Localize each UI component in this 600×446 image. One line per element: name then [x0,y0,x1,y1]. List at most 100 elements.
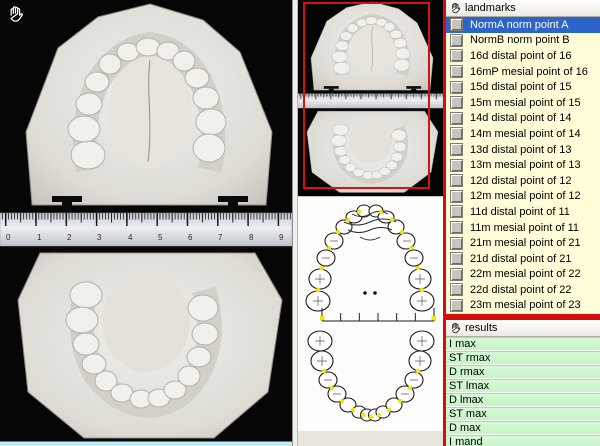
landmark-checkbox[interactable] [450,18,463,31]
ruler-number: 6 [188,233,192,242]
middle-column [298,0,443,446]
ruler-number: 0 [6,233,10,242]
ruler-scale: 0123456789 [0,233,292,244]
landmark-item[interactable]: 23m mesial point of 23 [446,298,600,314]
landmark-label: 22m mesial point of 22 [470,268,581,280]
landmark-label: 16d distal point of 16 [470,50,572,62]
landmark-checkbox[interactable] [450,127,463,140]
result-row[interactable]: ST lmax [446,379,600,393]
result-label: ST lmax [449,380,489,392]
ruler-number: 7 [218,233,222,242]
landmark-item[interactable]: NormA norm point A [446,17,600,33]
landmark-checkbox[interactable] [450,143,463,156]
landmark-item[interactable]: 14m mesial point of 14 [446,126,600,142]
landmark-checkbox[interactable] [450,299,463,312]
landmark-label: 12d distal point of 12 [470,175,572,187]
landmark-checkbox[interactable] [450,65,463,78]
landmarks-header: landmarks [446,0,600,17]
landmark-checkbox[interactable] [450,174,463,187]
ruler-number: 2 [67,233,71,242]
landmark-item[interactable]: 13m mesial point of 13 [446,157,600,173]
occlusal-chart[interactable] [298,196,443,430]
landmark-item[interactable]: 21d distal point of 21 [446,251,600,267]
landmark-checkbox[interactable] [450,96,463,109]
results-header: results [446,320,600,337]
landmark-label: 14d distal point of 14 [470,112,572,124]
results-panel: results I max ST rmax D rmax [446,317,600,446]
landmark-label: 23m mesial point of 23 [470,299,581,311]
viewport-rectangle[interactable] [303,2,430,189]
hand-icon [449,2,461,14]
landmark-item[interactable]: 15d distal point of 15 [446,79,600,95]
landmark-item[interactable]: 14d distal point of 14 [446,111,600,127]
landmark-label: 15d distal point of 15 [470,81,572,93]
landmark-label: NormA norm point A [470,19,568,31]
landmark-item[interactable]: 11d distal point of 11 [446,204,600,220]
result-row[interactable]: D max [446,421,600,435]
landmark-label: 13m mesial point of 13 [470,159,581,171]
landmark-checkbox[interactable] [450,159,463,172]
landmark-item[interactable]: 22d distal point of 22 [446,282,600,298]
landmark-checkbox[interactable] [450,237,463,250]
landmark-item[interactable]: 11m mesial point of 11 [446,220,600,236]
landmark-checkbox[interactable] [450,190,463,203]
landmark-label: 21d distal point of 21 [470,253,572,265]
cast-photo [0,0,292,446]
result-row[interactable]: D rmax [446,365,600,379]
landmark-checkbox[interactable] [450,252,463,265]
result-row[interactable]: ST rmax [446,351,600,365]
ruler-number: 5 [158,233,162,242]
landmark-label: 16mP mesial point of 16 [470,66,588,78]
landmarks-list: NormA norm point A NormB norm point B 16… [446,17,600,313]
landmark-item[interactable]: 15m mesial point of 15 [446,95,600,111]
landmark-item[interactable]: 16d distal point of 16 [446,48,600,64]
result-label: D max [449,422,481,434]
right-column: landmarks NormA norm point A NormB norm … [443,0,600,446]
landmark-checkbox[interactable] [450,34,463,47]
landmark-checkbox[interactable] [450,205,463,218]
landmark-label: 15m mesial point of 15 [470,97,581,109]
result-label: I mand [449,436,483,446]
result-label: I max [449,338,476,350]
landmark-checkbox[interactable] [450,283,463,296]
overview-thumbnail[interactable] [298,0,443,196]
result-row[interactable]: I mand [446,435,600,446]
ruler-number: 9 [279,233,283,242]
landmark-checkbox[interactable] [450,221,463,234]
result-row[interactable]: D lmax [446,393,600,407]
landmark-item[interactable]: 13d distal point of 13 [446,142,600,158]
landmark-item[interactable]: 12m mesial point of 12 [446,189,600,205]
landmark-item[interactable]: 22m mesial point of 22 [446,267,600,283]
landmarks-panel: landmarks NormA norm point A NormB norm … [446,0,600,317]
landmark-label: 22d distal point of 22 [470,284,572,296]
result-label: ST max [449,408,487,420]
landmark-label: 11d distal point of 11 [470,206,570,218]
result-row[interactable]: ST max [446,407,600,421]
landmark-item[interactable]: NormB norm point B [446,33,600,49]
app-window: 0123456789 [0,0,600,446]
result-label: D lmax [449,394,483,406]
result-label: ST rmax [449,352,490,364]
landmark-checkbox[interactable] [450,49,463,62]
landmark-label: 11m mesial point of 11 [470,222,579,234]
hand-icon [6,5,24,23]
landmark-label: 14m mesial point of 14 [470,128,581,140]
ruler-number: 3 [97,233,101,242]
result-row[interactable]: I max [446,337,600,351]
result-label: D rmax [449,366,484,378]
landmark-label: 21m mesial point of 21 [470,237,581,249]
landmark-checkbox[interactable] [450,268,463,281]
tooth-arch-diagram [298,197,443,430]
landmark-item[interactable]: 12d distal point of 12 [446,173,600,189]
landmark-item[interactable]: 21m mesial point of 21 [446,235,600,251]
landmark-item[interactable]: 16mP mesial point of 16 [446,64,600,80]
cast-photo-canvas[interactable]: 0123456789 [0,0,292,446]
results-list: I max ST rmax D rmax ST lmax [446,337,600,446]
landmark-checkbox[interactable] [450,112,463,125]
ruler-number: 1 [37,233,41,242]
landmark-checkbox[interactable] [450,81,463,94]
landmark-label: 12m mesial point of 12 [470,190,581,202]
ruler-number: 8 [249,233,253,242]
landmarks-title: landmarks [465,2,516,14]
middle-footer-strip [298,430,443,446]
